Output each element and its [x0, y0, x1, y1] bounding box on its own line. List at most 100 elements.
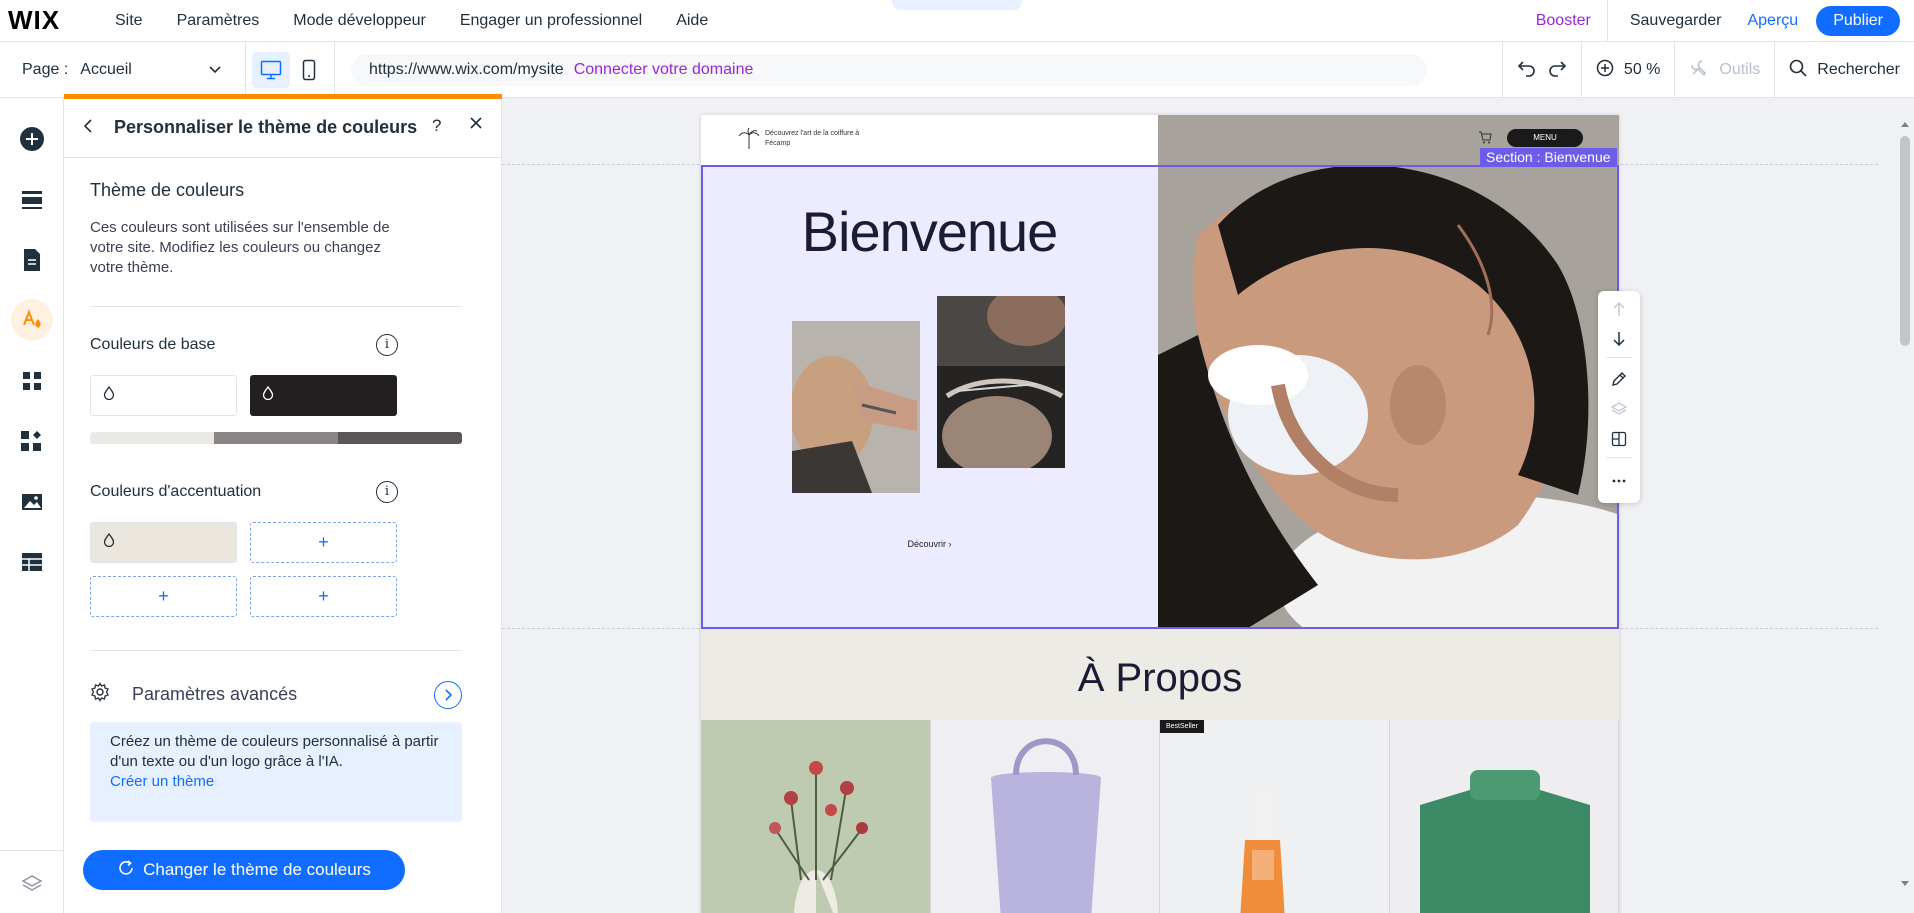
- main-menu: Site Paramètres Mode développeur Engager…: [98, 12, 725, 30]
- menu-parametres[interactable]: Paramètres: [160, 12, 277, 30]
- gear-icon: [90, 681, 110, 707]
- top-collapse-tab[interactable]: [892, 0, 1022, 10]
- base-color-dark-swatch[interactable]: [250, 375, 397, 416]
- zoom-value: 50 %: [1623, 61, 1661, 78]
- zoom-in-icon: [1596, 59, 1614, 82]
- more-options-icon[interactable]: [1598, 469, 1640, 493]
- add-accent-color-button[interactable]: +: [250, 576, 397, 617]
- move-down-icon[interactable]: [1598, 327, 1640, 351]
- edit-pen-icon[interactable]: [1598, 367, 1640, 391]
- redo-icon[interactable]: [1547, 59, 1567, 82]
- cart-icon[interactable]: [1477, 129, 1493, 150]
- product-flowers[interactable]: [701, 720, 931, 913]
- close-icon[interactable]: [468, 115, 484, 136]
- pages-icon[interactable]: [11, 239, 53, 281]
- undo-redo: [1501, 42, 1581, 98]
- toolbar-divider: [1606, 357, 1632, 358]
- add-accent-color-button[interactable]: +: [90, 576, 237, 617]
- palm-logo-icon: [737, 127, 761, 156]
- canvas-scrollbar[interactable]: [1896, 98, 1914, 913]
- advanced-settings-label: Paramètres avancés: [132, 683, 298, 704]
- back-arrow-icon[interactable]: [82, 117, 94, 140]
- about-heading[interactable]: À Propos: [701, 656, 1619, 701]
- menu-aide[interactable]: Aide: [659, 12, 725, 30]
- gradient-step-mid: [214, 432, 338, 444]
- site-tagline[interactable]: Découvrez l'art de la coiffure à Fécamp: [765, 129, 885, 149]
- connect-domain-link[interactable]: Connecter votre domaine: [574, 61, 754, 79]
- zoom-control[interactable]: 50 %: [1580, 42, 1674, 98]
- publish-button[interactable]: Publier: [1816, 6, 1900, 36]
- page-selector[interactable]: Page : Accueil: [0, 61, 245, 79]
- discover-link[interactable]: Découvrir ›: [701, 539, 1158, 549]
- scrollbar-thumb[interactable]: [1900, 136, 1910, 346]
- site-preview[interactable]: Bienvenue Découvrir › Découvrez l'art de…: [701, 115, 1619, 913]
- theme-panel: Personnaliser le thème de couleurs ? Thè…: [64, 94, 502, 913]
- preview-button[interactable]: Aperçu: [1743, 12, 1816, 30]
- accent-colors-info-icon[interactable]: i: [376, 481, 398, 503]
- add-elements-icon[interactable]: [11, 118, 53, 160]
- top-bar: WIX Site Paramètres Mode développeur Eng…: [0, 0, 1914, 42]
- ai-theme-box: Créez un thème de couleurs personnalisé …: [90, 722, 462, 822]
- theme-icon[interactable]: [11, 299, 53, 341]
- section-title: Thème de couleurs: [90, 180, 245, 200]
- site-menu-button[interactable]: MENU: [1507, 129, 1583, 147]
- base-colors-info-icon[interactable]: i: [376, 334, 398, 356]
- refresh-icon: [117, 859, 135, 882]
- section-description: Ces couleurs sont utilisées sur l'ensemb…: [90, 219, 390, 276]
- tools-icon: [1689, 58, 1709, 83]
- about-section[interactable]: À Propos: [701, 628, 1619, 720]
- sections-icon[interactable]: [11, 179, 53, 221]
- search-label: Rechercher: [1817, 61, 1900, 78]
- search-button[interactable]: Rechercher: [1774, 42, 1914, 98]
- chevron-right-icon[interactable]: [434, 681, 462, 709]
- hero-photo-shampoo[interactable]: [1158, 115, 1619, 628]
- editor-canvas[interactable]: Bienvenue Découvrir › Découvrez l'art de…: [502, 98, 1914, 913]
- hero-photo-barber[interactable]: [937, 296, 1065, 468]
- booster-button[interactable]: Booster: [1520, 12, 1607, 30]
- business-apps-icon[interactable]: [11, 420, 53, 462]
- scroll-down-icon[interactable]: [1900, 880, 1910, 888]
- create-theme-link[interactable]: Créer un thème: [110, 773, 214, 790]
- product-tote-bag[interactable]: [930, 720, 1160, 913]
- menu-engager-pro[interactable]: Engager un professionnel: [443, 12, 659, 30]
- change-theme-button[interactable]: Changer le thème de couleurs: [83, 850, 405, 890]
- desktop-icon[interactable]: [252, 51, 290, 88]
- chevron-down-icon: [208, 61, 222, 79]
- tools-button[interactable]: Outils: [1674, 42, 1774, 98]
- menu-site[interactable]: Site: [98, 12, 160, 30]
- secondary-bar: Page : Accueil https://www.wix.com/mysit…: [0, 41, 1914, 98]
- cms-icon[interactable]: [11, 541, 53, 583]
- page-label: Page :: [22, 60, 69, 78]
- apps-icon[interactable]: [11, 360, 53, 402]
- help-icon[interactable]: ?: [432, 116, 441, 136]
- hero-photo-haircut[interactable]: [792, 321, 920, 493]
- search-icon: [1789, 59, 1807, 82]
- droplet-icon: [103, 532, 115, 552]
- base-color-light-swatch[interactable]: [90, 375, 237, 416]
- scroll-up-icon[interactable]: [1900, 120, 1910, 128]
- site-url: https://www.wix.com/mysite: [369, 60, 564, 78]
- media-icon[interactable]: [11, 481, 53, 523]
- product-sweater[interactable]: [1389, 720, 1619, 913]
- menu-mode-developpeur[interactable]: Mode développeur: [276, 12, 443, 30]
- accent-color-1-swatch[interactable]: [90, 522, 237, 563]
- welcome-heading[interactable]: Bienvenue: [701, 199, 1158, 264]
- layout-icon[interactable]: [1598, 427, 1640, 451]
- move-up-icon[interactable]: [1598, 297, 1640, 321]
- wix-logo[interactable]: WIX: [0, 5, 82, 36]
- accent-colors-label: Couleurs d'accentuation: [90, 483, 262, 500]
- tools-label: Outils: [1719, 61, 1761, 78]
- add-accent-color-button[interactable]: +: [250, 522, 397, 563]
- base-color-gradient: [90, 432, 462, 444]
- layers-icon[interactable]: [1598, 397, 1640, 421]
- advanced-settings-row[interactable]: Paramètres avancés: [90, 676, 462, 712]
- top-actions: Booster Sauvegarder Aperçu Publier: [1520, 0, 1900, 42]
- panel-title: Personnaliser le thème de couleurs: [114, 117, 418, 137]
- layers-icon[interactable]: [11, 863, 53, 905]
- undo-icon[interactable]: [1517, 59, 1537, 82]
- mobile-icon[interactable]: [290, 52, 328, 88]
- product-serum[interactable]: BestSeller: [1160, 720, 1390, 913]
- section-selection-label[interactable]: Section : Bienvenue: [1480, 148, 1617, 166]
- save-button[interactable]: Sauvegarder: [1608, 12, 1744, 30]
